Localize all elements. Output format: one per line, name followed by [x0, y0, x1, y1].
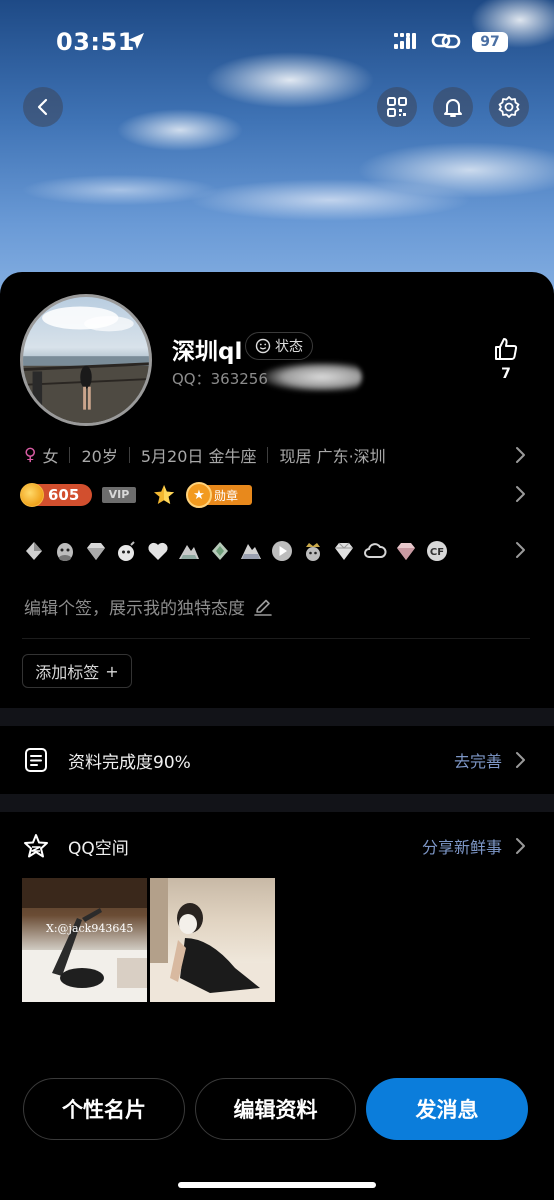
divider: [22, 638, 530, 639]
smiley-add-icon: [255, 338, 271, 354]
cf-icon[interactable]: CF: [425, 539, 449, 563]
edit-profile-button[interactable]: 编辑资料: [195, 1078, 356, 1140]
chevron-right-icon[interactable]: [513, 541, 527, 559]
section-separator: [0, 794, 554, 812]
star-icon[interactable]: [152, 483, 176, 507]
coin-count: 605: [48, 486, 80, 504]
redacted-blur: [262, 362, 362, 392]
send-message-button[interactable]: 发消息: [366, 1078, 528, 1140]
chevron-right-icon: [516, 838, 525, 854]
qq-penguin-icon[interactable]: [53, 539, 77, 563]
diamond-icon[interactable]: [332, 539, 356, 563]
bomb-icon[interactable]: [115, 539, 139, 563]
medal-label: 勋章: [214, 488, 239, 503]
photo-content: [22, 878, 147, 1002]
qzone-row[interactable]: QQ空间 分享新鲜事: [0, 812, 554, 880]
birthday: 5月20日 金牛座: [140, 447, 257, 466]
signature-placeholder: 编辑个签，展示我的独特态度: [24, 599, 245, 619]
personal-card-button[interactable]: 个性名片: [23, 1078, 185, 1140]
nickname: 深圳ql: [172, 339, 243, 365]
home-indicator[interactable]: [178, 1182, 376, 1188]
status-time: 03:51: [56, 28, 135, 56]
cellular-signal-icon: [394, 33, 416, 49]
basic-info-row[interactable]: ♀ 女 20岁 5月20日 金牛座 现居 广东·深圳: [24, 443, 386, 467]
location-arrow-icon: [128, 33, 144, 49]
notification-button[interactable]: [433, 87, 473, 127]
settings-button[interactable]: [489, 87, 529, 127]
chevron-right-icon[interactable]: [513, 446, 527, 464]
coin-icon: [20, 483, 44, 507]
penguin-crown-icon[interactable]: [301, 539, 325, 563]
qr-code-button[interactable]: [377, 87, 417, 127]
play-icon[interactable]: [270, 539, 294, 563]
green-gem-icon[interactable]: [208, 539, 232, 563]
location: 现居 广东·深圳: [279, 447, 386, 466]
photo-watermark: X:@jack943645: [46, 922, 134, 935]
gear-icon: [498, 96, 520, 118]
add-tag-label: 添加标签: [35, 663, 100, 682]
back-icon: [37, 98, 48, 116]
medal-badge[interactable]: ★ 勋章: [186, 482, 252, 508]
bell-icon: [444, 99, 462, 117]
document-icon: [25, 748, 47, 772]
game-badges-row[interactable]: CF: [22, 536, 449, 566]
pink-gem-icon[interactable]: [394, 539, 418, 563]
qr-code-icon: [387, 97, 407, 117]
medal-star-icon: ★: [186, 482, 212, 508]
heart-icon[interactable]: [146, 539, 170, 563]
status-bar: 03:51 97: [0, 0, 554, 86]
profile-completion-label: 资料完成度90%: [68, 752, 191, 773]
qzone-photo[interactable]: [150, 878, 275, 1002]
status-button[interactable]: 状态: [245, 332, 313, 360]
pencil-icon: [254, 599, 272, 616]
status-label: 状态: [275, 339, 303, 355]
share-news-link[interactable]: 分享新鲜事: [422, 834, 502, 858]
signature-field[interactable]: 编辑个签，展示我的独特态度: [24, 594, 273, 619]
qzone-photo[interactable]: X:@jack943645: [22, 878, 147, 1002]
age: 20岁: [81, 447, 118, 466]
vip-badge[interactable]: VIP: [102, 487, 136, 503]
battery-indicator: 97: [472, 32, 508, 52]
profile-completion-row[interactable]: 资料完成度90% 去完善: [0, 726, 554, 794]
chevron-right-icon[interactable]: [513, 485, 527, 503]
back-button[interactable]: [23, 87, 63, 127]
section-separator: [0, 708, 554, 726]
mountain-icon[interactable]: [239, 539, 263, 563]
crown-icon[interactable]: [22, 539, 46, 563]
qzone-label: QQ空间: [68, 838, 129, 859]
avatar-photo: [23, 306, 149, 423]
badges-row[interactable]: 605 VIP ★ 勋章: [20, 482, 252, 508]
diamond-icon[interactable]: [84, 539, 108, 563]
avatar[interactable]: [20, 294, 152, 426]
coin-badge[interactable]: 605: [20, 483, 92, 507]
gender: 女: [42, 447, 59, 466]
like-count: 7: [501, 366, 511, 382]
plus-icon: +: [105, 661, 119, 681]
chevron-right-icon: [516, 752, 525, 768]
thumbs-up-icon[interactable]: [493, 336, 519, 362]
qq-number: QQ：363256: [172, 370, 268, 388]
cloud-icon[interactable]: [363, 539, 387, 563]
add-tag-button[interactable]: 添加标签 +: [22, 654, 132, 688]
mountain-icon[interactable]: [177, 539, 201, 563]
photo-content: [150, 878, 275, 1002]
complete-profile-link[interactable]: 去完善: [454, 748, 502, 772]
female-icon: ♀: [24, 445, 37, 465]
qzone-star-icon: [24, 834, 48, 858]
link-icon: [431, 33, 461, 49]
svg-text:CF: CF: [430, 547, 444, 558]
profile-card: 深圳ql 状态 QQ：363256 7 ♀ 女 20岁 5月20日 金牛座 现居…: [0, 272, 554, 1200]
